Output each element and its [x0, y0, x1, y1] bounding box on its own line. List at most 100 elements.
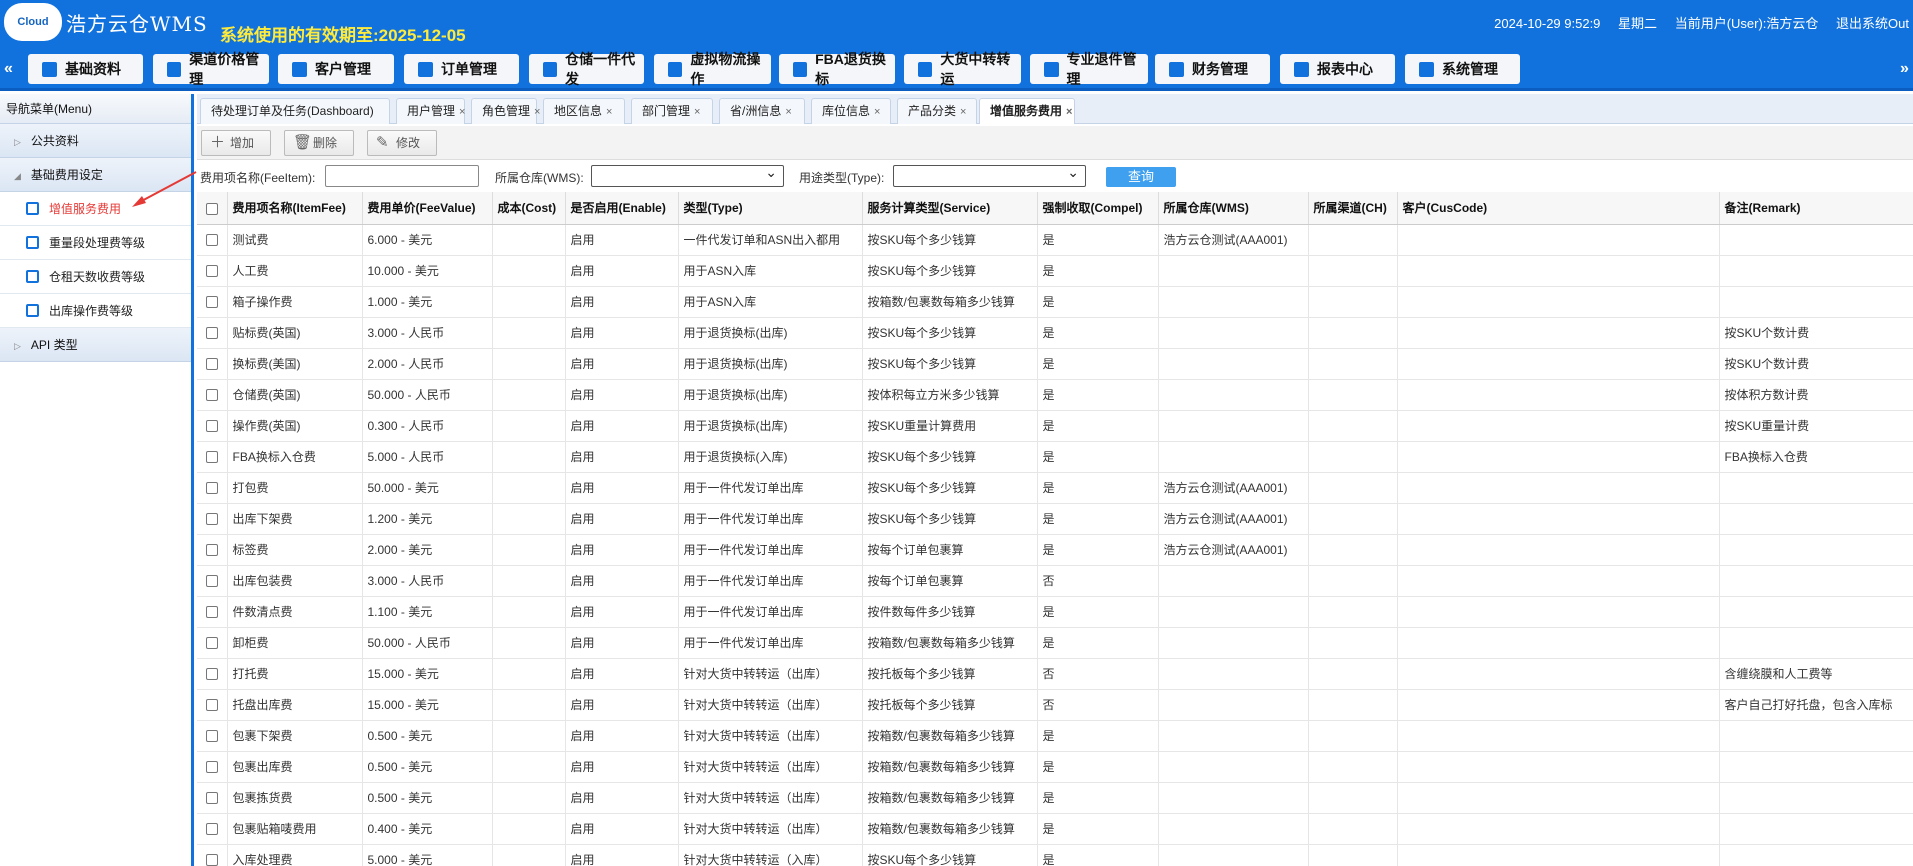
table-row[interactable]: 人工费 10.000 - 美元 启用 用于ASN入库 按SKU每个多少钱算是 [197, 255, 1913, 287]
table-row[interactable]: 标签费 2.000 - 美元 启用 用于一件代发订单出库 按每个订单包裹算是浩方云仓测试… [197, 534, 1913, 566]
column-header[interactable]: 强制收取(Compel) [1037, 192, 1159, 225]
nav-button-3[interactable]: 订单管理 [404, 54, 519, 84]
close-icon[interactable]: × [534, 106, 540, 118]
wms-select[interactable] [591, 164, 784, 187]
row-checkbox[interactable] [197, 565, 228, 597]
close-icon[interactable]: × [459, 106, 465, 118]
fee-item-input[interactable] [325, 165, 479, 187]
type-select[interactable] [893, 164, 1086, 187]
nav-button-10[interactable]: 报表中心 [1280, 54, 1395, 84]
table-row[interactable]: FBA换标入仓费 5.000 - 人民币 启用 用于退货换标(入库) 按SKU每个多少钱… [197, 441, 1913, 473]
row-checkbox[interactable] [197, 348, 228, 380]
column-header[interactable]: 费用项名称(ItemFee) [227, 192, 363, 225]
tab-4[interactable]: 部门管理 × [631, 98, 713, 124]
sidebar-item-storage-days-fee[interactable]: 仓租天数收费等级 [0, 260, 191, 294]
column-header[interactable]: 所属仓库(WMS) [1158, 192, 1309, 225]
edit-button[interactable]: ✎ 修改 [367, 130, 437, 156]
nav-button-4[interactable]: 仓储一件代发 [529, 51, 644, 87]
table-row[interactable]: 包裹贴箱唛费用 0.400 - 美元 启用 针对大货中转转运（出库） 按箱数/包裹数每箱… [197, 813, 1913, 845]
column-header[interactable]: 费用单价(FeeValue) [362, 192, 493, 225]
tab-6[interactable]: 库位信息 × [811, 98, 891, 124]
row-checkbox[interactable] [197, 317, 228, 349]
nav-button-1[interactable]: 渠道价格管理 [153, 51, 269, 87]
tab-3[interactable]: 地区信息 × [543, 98, 625, 124]
checkbox-icon[interactable] [205, 234, 218, 247]
nav-button-6[interactable]: FBA退货换标 [779, 51, 895, 87]
select-all-checkbox[interactable] [197, 192, 228, 225]
row-checkbox[interactable] [197, 379, 228, 411]
checkbox-icon[interactable] [205, 606, 218, 619]
checkbox-icon[interactable] [205, 792, 218, 805]
column-header[interactable]: 成本(Cost) [492, 192, 566, 225]
delete-button[interactable]: 🗑 删除 [284, 130, 354, 156]
row-checkbox[interactable] [197, 472, 228, 504]
checkbox-icon[interactable] [205, 296, 218, 309]
nav-button-0[interactable]: 基础资料 [28, 54, 143, 84]
row-checkbox[interactable] [197, 627, 228, 659]
table-row[interactable]: 卸柜费 50.000 - 人民币 启用 用于一件代发订单出库 按箱数/包裹数每箱多少钱算… [197, 627, 1913, 659]
checkbox-icon[interactable] [205, 202, 218, 215]
tab-2[interactable]: 角色管理 × [471, 98, 540, 124]
row-checkbox[interactable] [197, 441, 228, 473]
row-checkbox[interactable] [197, 503, 228, 535]
table-row[interactable]: 入库处理费 5.000 - 美元 启用 针对大货中转转运（入库） 按SKU每个多少钱算是 [197, 844, 1913, 866]
close-icon[interactable]: × [694, 106, 700, 118]
close-icon[interactable]: × [606, 106, 612, 118]
column-header[interactable]: 类型(Type) [678, 192, 863, 225]
tab-0[interactable]: 待处理订单及任务(Dashboard) [200, 98, 390, 124]
row-checkbox[interactable] [197, 596, 228, 628]
table-row[interactable]: 操作费(英国) 0.300 - 人民币 启用 用于退货换标(出库) 按SKU重量计算费用… [197, 410, 1913, 442]
tab-5[interactable]: 省/洲信息 × [719, 98, 805, 124]
checkbox-icon[interactable] [205, 761, 218, 774]
table-row[interactable]: 箱子操作费 1.000 - 美元 启用 用于ASN入库 按箱数/包裹数每箱多少钱算是 [197, 286, 1913, 318]
close-icon[interactable]: × [1066, 106, 1072, 118]
row-checkbox[interactable] [197, 286, 228, 318]
checkbox-icon[interactable] [205, 668, 218, 681]
nav-button-7[interactable]: 大货中转转运 [904, 51, 1021, 87]
table-row[interactable]: 包裹拣货费 0.500 - 美元 启用 针对大货中转转运（出库） 按箱数/包裹数每箱多少… [197, 782, 1913, 814]
row-checkbox[interactable] [197, 658, 228, 690]
scroll-right-icon[interactable] [1901, 48, 1911, 91]
table-row[interactable]: 出库下架费 1.200 - 美元 启用 用于一件代发订单出库 按SKU每个多少钱算是浩方… [197, 503, 1913, 535]
table-row[interactable]: 贴标费(英国) 3.000 - 人民币 启用 用于退货换标(出库) 按SKU每个多少钱算… [197, 317, 1913, 349]
checkbox-icon[interactable] [205, 265, 218, 278]
sidebar-group-basic-fee[interactable]: ◢ 基础费用设定 [0, 158, 191, 192]
row-checkbox[interactable] [197, 782, 228, 814]
checkbox-icon[interactable] [205, 389, 218, 402]
checkbox-icon[interactable] [205, 451, 218, 464]
checkbox-icon[interactable] [205, 513, 218, 526]
sidebar-item-weight-fee-level[interactable]: 重量段处理费等级 [0, 226, 191, 260]
close-icon[interactable]: × [874, 106, 880, 118]
column-header[interactable]: 是否启用(Enable) [565, 192, 679, 225]
table-row[interactable]: 包裹出库费 0.500 - 美元 启用 针对大货中转转运（出库） 按箱数/包裹数每箱多少… [197, 751, 1913, 783]
nav-button-11[interactable]: 系统管理 [1405, 54, 1520, 84]
sidebar-item-value-added-fee[interactable]: 增值服务费用 [0, 192, 191, 226]
nav-button-2[interactable]: 客户管理 [278, 54, 394, 84]
checkbox-icon[interactable] [205, 358, 218, 371]
nav-button-8[interactable]: 专业退件管理 [1030, 51, 1148, 87]
nav-button-9[interactable]: 财务管理 [1155, 54, 1270, 84]
checkbox-icon[interactable] [205, 575, 218, 588]
checkbox-icon[interactable] [205, 327, 218, 340]
row-checkbox[interactable] [197, 534, 228, 566]
checkbox-icon[interactable] [205, 420, 218, 433]
checkbox-icon[interactable] [205, 854, 218, 866]
table-row[interactable]: 件数清点费 1.100 - 美元 启用 用于一件代发订单出库 按件数每件多少钱算是 [197, 596, 1913, 628]
checkbox-icon[interactable] [205, 823, 218, 836]
table-row[interactable]: 仓储费(英国) 50.000 - 人民币 启用 用于退货换标(出库) 按体积每立方米多少… [197, 379, 1913, 411]
logout-link[interactable]: 退出系统Out [1836, 16, 1909, 31]
table-row[interactable]: 换标费(美国) 2.000 - 人民币 启用 用于退货换标(出库) 按SKU每个多少钱算… [197, 348, 1913, 380]
column-header[interactable]: 所属渠道(CH) [1308, 192, 1398, 225]
table-row[interactable]: 托盘出库费 15.000 - 美元 启用 针对大货中转转运（出库） 按托板每个多少钱算否… [197, 689, 1913, 721]
table-row[interactable]: 出库包装费 3.000 - 人民币 启用 用于一件代发订单出库 按每个订单包裹算否 [197, 565, 1913, 597]
checkbox-icon[interactable] [205, 482, 218, 495]
add-button[interactable]: ＋ 增加 [201, 130, 271, 156]
tab-7[interactable]: 产品分类 × [897, 98, 977, 124]
nav-button-5[interactable]: 虚拟物流操作 [654, 51, 771, 87]
table-row[interactable]: 打托费 15.000 - 美元 启用 针对大货中转转运（出库） 按托板每个多少钱算否 含缠… [197, 658, 1913, 690]
column-header[interactable]: 客户(CusCode) [1397, 192, 1720, 225]
row-checkbox[interactable] [197, 720, 228, 752]
close-icon[interactable]: × [785, 106, 791, 118]
table-row[interactable]: 包裹下架费 0.500 - 美元 启用 针对大货中转转运（出库） 按箱数/包裹数每箱多少… [197, 720, 1913, 752]
table-row[interactable]: 打包费 50.000 - 美元 启用 用于一件代发订单出库 按SKU每个多少钱算是浩方云… [197, 472, 1913, 504]
